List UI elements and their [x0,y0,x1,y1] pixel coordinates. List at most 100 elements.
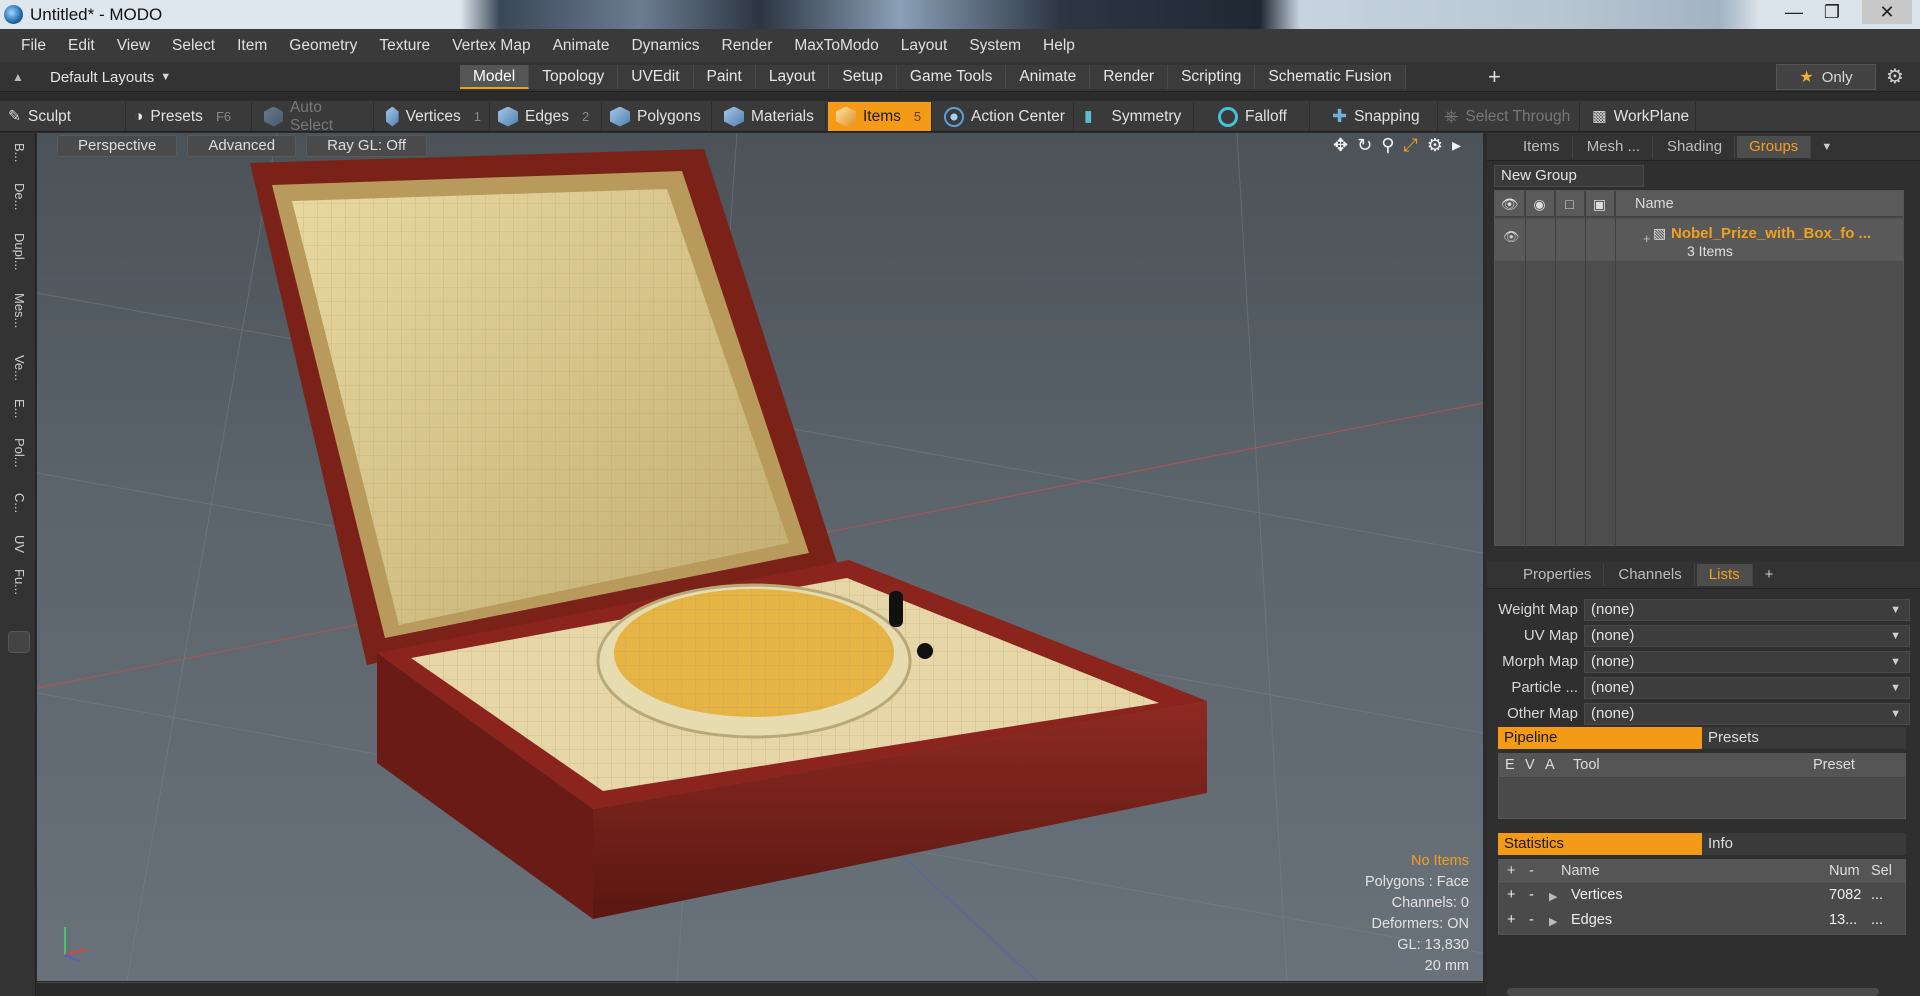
expand-triangle-icon[interactable]: ▶ [1549,890,1557,903]
only-button[interactable]: ★ Only [1776,64,1876,90]
menu-layout[interactable]: Layout [890,37,959,55]
minimize-button[interactable]: — [1774,0,1814,24]
tab-uvedit[interactable]: UVEdit [618,65,694,89]
workplane-button[interactable]: ▩ WorkPlane [1584,102,1696,131]
tab-schematic-fusion[interactable]: Schematic Fusion [1255,65,1406,89]
rotate-icon[interactable]: ↻ [1357,135,1372,156]
other-map-select[interactable]: (none) ▼ [1584,702,1910,725]
weight-map-select[interactable]: (none) ▼ [1584,598,1910,621]
menu-edit[interactable]: Edit [57,37,106,55]
expand-arrow-icon[interactable]: ▸ [1452,135,1461,156]
menu-texture[interactable]: Texture [368,37,441,55]
menu-file[interactable]: File [10,37,57,55]
select-through-button[interactable]: ⎈ Select Through [1436,102,1580,131]
lock-toggle-icon[interactable]: □ [1555,190,1585,217]
menu-help[interactable]: Help [1032,37,1086,55]
action-center-icon [944,106,964,127]
panel-scrollbar[interactable] [1507,988,1879,996]
expand-triangle-icon[interactable]: ▶ [1549,915,1557,928]
close-button[interactable]: ✕ [1862,0,1912,24]
tabs-dropdown-icon[interactable]: ▼ [1821,141,1832,153]
auto-select-button[interactable]: Auto Select [256,99,374,134]
presets-button[interactable]: ◑ Presets F6 [126,102,252,131]
snapping-button[interactable]: ✚ Snapping [1324,102,1438,131]
strip-polygon[interactable]: Pol... [9,438,27,468]
layout-selector[interactable]: ▲ Default Layouts ▼ [0,64,190,90]
visibility-eye-icon[interactable]: 👁 [1495,190,1525,217]
3d-viewport[interactable]: Perspective Advanced Ray GL: Off ✥ ↻ ⚲ ⤢… [37,133,1483,981]
perspective-button[interactable]: Perspective [57,135,178,157]
menu-view[interactable]: View [106,37,161,55]
maximize-button[interactable]: ❐ [1812,0,1852,24]
tab-channels[interactable]: Channels [1606,563,1695,586]
uv-map-select[interactable]: (none) ▼ [1584,624,1910,647]
particle-map-select[interactable]: (none) ▼ [1584,676,1910,699]
falloff-button[interactable]: Falloff [1210,102,1310,131]
row-eye-icon[interactable]: 👁 [1503,229,1520,245]
menu-render[interactable]: Render [711,37,784,55]
action-center-button[interactable]: Action Center [936,102,1074,131]
menu-geometry[interactable]: Geometry [278,37,368,55]
render-toggle-icon[interactable]: ◉ [1525,190,1555,217]
menu-system[interactable]: System [958,37,1032,55]
new-group-button[interactable]: New Group [1494,165,1644,187]
strip-uv[interactable]: UV [9,535,27,553]
raygl-button[interactable]: Ray GL: Off [306,135,428,157]
strip-fusion[interactable]: Fu... [9,569,27,595]
tab-render[interactable]: Render [1090,65,1169,89]
menu-maxtomodo[interactable]: MaxToModo [783,37,889,55]
pan-icon[interactable]: ✥ [1333,135,1348,156]
sculpt-button[interactable]: ✎ Sculpt [0,102,126,131]
add-tab-plus-icon[interactable]: + [1488,64,1501,90]
strip-toggle-button[interactable] [8,631,30,653]
symmetry-button[interactable]: ▮ Symmetry [1076,102,1194,131]
strip-vertex[interactable]: Ve... [9,355,27,381]
menu-vertex-map[interactable]: Vertex Map [441,37,541,55]
strip-curve[interactable]: C... [9,493,27,513]
viewport-gear-icon[interactable]: ⚙ [1427,135,1443,156]
menu-select[interactable]: Select [161,37,226,55]
tab-properties[interactable]: Properties [1511,563,1605,586]
fit-icon[interactable]: ⤢ [1403,135,1417,156]
tab-paint[interactable]: Paint [693,65,756,89]
menu-dynamics[interactable]: Dynamics [620,37,710,55]
tab-scripting[interactable]: Scripting [1168,65,1256,89]
add-tab-plus-icon[interactable]: + [1765,566,1774,583]
tab-mesh[interactable]: Mesh ... [1575,135,1654,158]
tab-layout[interactable]: Layout [755,65,830,89]
advanced-button[interactable]: Advanced [187,135,297,157]
tab-game-tools[interactable]: Game Tools [896,65,1007,89]
select-toggle-icon[interactable]: ▣ [1585,190,1615,217]
materials-button[interactable]: Materials [716,102,826,131]
menu-animate[interactable]: Animate [542,37,621,55]
tab-info[interactable]: Info [1702,833,1906,855]
tab-items[interactable]: Items [1511,135,1573,158]
zoom-icon[interactable]: ⚲ [1381,135,1394,156]
gear-icon[interactable]: ⚙ [1886,64,1904,89]
tab-shading[interactable]: Shading [1655,135,1736,158]
stats-row-vertices[interactable]: + - ▶ Vertices 7082 ... [1499,884,1905,909]
tab-topology[interactable]: Topology [529,65,619,89]
row-expand-icon[interactable]: + [1643,231,1651,246]
morph-map-select[interactable]: (none) ▼ [1584,650,1910,673]
stats-row-edges[interactable]: + - ▶ Edges 13... ... [1499,909,1905,934]
strip-duplicate[interactable]: Dupl... [9,233,27,271]
menu-item[interactable]: Item [226,37,278,55]
tab-groups[interactable]: Groups [1737,135,1812,158]
tab-model[interactable]: Model [460,65,530,89]
strip-deform[interactable]: De... [9,183,27,210]
tab-animate[interactable]: Animate [1006,65,1091,89]
tab-setup[interactable]: Setup [829,65,897,89]
strip-basic[interactable]: B... [9,143,27,163]
group-row[interactable]: 👁 + ▧ Nobel_Prize_with_Box_fo ... 3 Item… [1495,219,1903,261]
tab-pipeline[interactable]: Pipeline [1498,727,1702,749]
strip-edge[interactable]: E... [9,399,27,419]
vertices-button[interactable]: Vertices 1 [378,102,490,131]
polygons-button[interactable]: Polygons [602,102,712,131]
edges-button[interactable]: Edges 2 [490,102,602,131]
strip-mesh[interactable]: Mes... [9,293,27,328]
tab-presets[interactable]: Presets [1702,727,1906,749]
tab-statistics[interactable]: Statistics [1498,833,1702,855]
tab-lists[interactable]: Lists [1696,563,1753,586]
items-button[interactable]: Items 5 [828,102,932,131]
